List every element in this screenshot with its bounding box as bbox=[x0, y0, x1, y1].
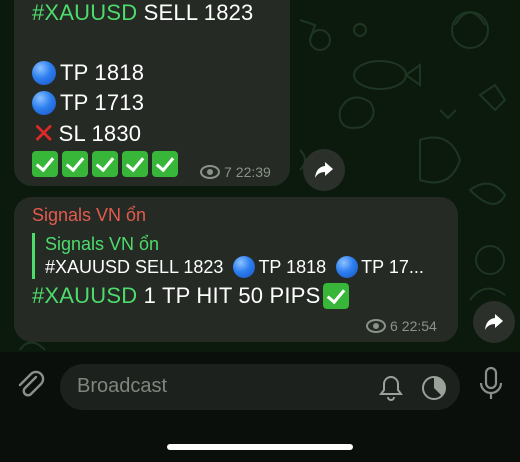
attach-icon[interactable] bbox=[14, 368, 46, 400]
check-mark-icon bbox=[32, 151, 58, 177]
signal-action: SELL 1823 bbox=[143, 0, 254, 25]
blue-circle-icon bbox=[233, 256, 256, 278]
sl-line: ✕ SL 1830 bbox=[32, 120, 141, 148]
hashtag-link[interactable]: #XAUUSD bbox=[32, 283, 137, 309]
reply-quote[interactable]: Signals VN ổn #XAUUSD SELL 1823 TP 1818 … bbox=[32, 233, 442, 279]
input-placeholder: Broadcast bbox=[77, 375, 168, 397]
message-bubble-signal[interactable]: #XAUUSD SELL 1823 TP 1818 TP 1713 ✕ SL 18… bbox=[14, 0, 290, 186]
update-text: 1 TP HIT 50 PIPS bbox=[143, 283, 321, 308]
check-mark-icon bbox=[122, 151, 148, 177]
tp1-text: TP 1818 bbox=[60, 60, 145, 85]
update-line: #XAUUSD 1 TP HIT 50 PIPS bbox=[32, 283, 353, 309]
sender-name[interactable]: Signals VN ổn bbox=[32, 205, 146, 226]
tp1-line: TP 1818 bbox=[32, 60, 144, 86]
check-mark-icon bbox=[92, 151, 118, 177]
eye-icon bbox=[200, 165, 220, 179]
message-meta: 6 22:54 bbox=[366, 318, 437, 334]
check-mark-icon bbox=[62, 151, 88, 177]
blue-circle-icon bbox=[32, 61, 56, 85]
message-time: 22:39 bbox=[235, 164, 271, 180]
composer-bar: Broadcast bbox=[0, 352, 520, 462]
reply-part-3: TP 17... bbox=[361, 257, 424, 277]
cross-mark-icon: ✕ bbox=[32, 118, 56, 149]
tp2-text: TP 1713 bbox=[60, 90, 145, 115]
checks-row bbox=[32, 151, 182, 177]
reply-part-2: TP 1818 bbox=[258, 257, 327, 277]
view-count: 7 bbox=[224, 164, 232, 180]
signal-headline: #XAUUSD SELL 1823 bbox=[32, 0, 254, 26]
tp2-line: TP 1713 bbox=[32, 90, 144, 116]
broadcast-input[interactable]: Broadcast bbox=[60, 364, 460, 410]
share-icon bbox=[485, 314, 503, 330]
sl-text: SL 1830 bbox=[58, 121, 142, 146]
reply-preview: #XAUUSD SELL 1823 TP 1818 TP 17... bbox=[45, 255, 442, 279]
timer-icon[interactable] bbox=[420, 374, 448, 402]
message-bubble-update[interactable]: Signals VN ổn Signals VN ổn #XAUUSD SELL… bbox=[14, 197, 458, 342]
share-button[interactable] bbox=[303, 149, 345, 191]
view-count: 6 bbox=[390, 318, 398, 334]
hashtag-link[interactable]: #XAUUSD bbox=[32, 0, 137, 26]
blue-circle-icon bbox=[336, 256, 359, 278]
share-icon bbox=[315, 162, 333, 178]
message-time: 22:54 bbox=[401, 318, 437, 334]
blue-circle-icon bbox=[32, 91, 56, 115]
check-mark-icon bbox=[322, 283, 349, 309]
home-indicator bbox=[167, 444, 353, 450]
eye-icon bbox=[366, 319, 386, 333]
check-mark-icon bbox=[152, 151, 178, 177]
reply-part-1: #XAUUSD SELL 1823 bbox=[45, 257, 224, 277]
bell-icon[interactable] bbox=[378, 374, 404, 402]
reply-sender: Signals VN ổn bbox=[45, 234, 160, 254]
message-meta: 7 22:39 bbox=[200, 164, 271, 180]
microphone-icon[interactable] bbox=[477, 366, 505, 402]
share-button[interactable] bbox=[473, 301, 515, 343]
